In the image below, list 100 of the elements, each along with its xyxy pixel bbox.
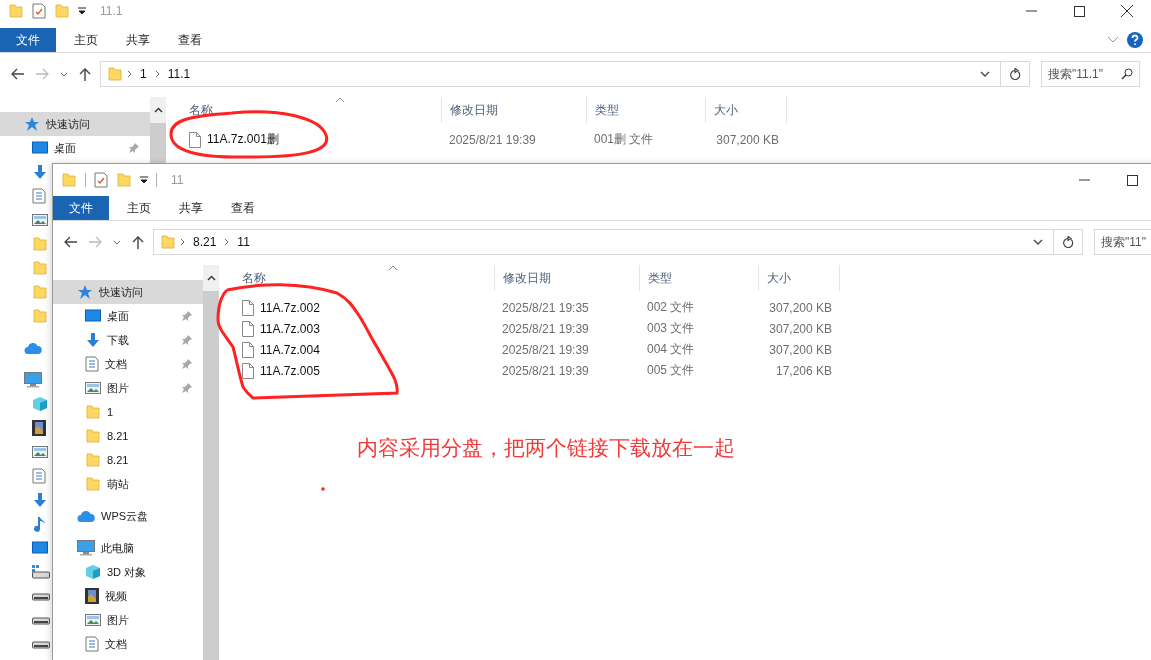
folder-icon bbox=[8, 3, 24, 19]
pin-icon bbox=[181, 334, 193, 346]
file-name[interactable]: 11A.7z.001删 bbox=[207, 131, 279, 148]
folder-icon bbox=[85, 428, 101, 444]
breadcrumb[interactable]: 11.1 bbox=[163, 67, 195, 81]
column-header[interactable]: 修改日期 bbox=[494, 265, 639, 291]
column-header[interactable]: 修改日期 bbox=[441, 97, 586, 123]
sidebar-item[interactable]: 此电脑 bbox=[53, 536, 203, 560]
sidebar-item[interactable]: 3D 对象 bbox=[53, 560, 203, 584]
file-name[interactable]: 11A.7z.004 bbox=[260, 342, 320, 357]
address-bar[interactable]: 1 11.1 bbox=[100, 61, 1030, 87]
sidebar-item[interactable]: 图片 bbox=[53, 608, 203, 632]
sidebar-item[interactable]: 8.21 bbox=[53, 424, 203, 448]
document-icon bbox=[85, 636, 99, 652]
column-header[interactable]: 大小 bbox=[705, 97, 787, 123]
pin-icon bbox=[181, 310, 193, 322]
file-size: 17,206 KB bbox=[775, 363, 832, 378]
address-bar[interactable]: 8.21 11 bbox=[153, 229, 1083, 255]
file-size: 307,200 KB bbox=[769, 300, 832, 315]
column-header[interactable]: 大小 bbox=[758, 265, 840, 291]
dropdown-icon[interactable] bbox=[78, 7, 86, 15]
column-header[interactable]: 类型 bbox=[639, 265, 758, 291]
breadcrumb[interactable]: 8.21 bbox=[189, 235, 221, 249]
sidebar-item[interactable]: 文档 bbox=[53, 632, 203, 656]
sidebar-item[interactable]: 文档 bbox=[53, 352, 203, 376]
arrow-right-icon bbox=[35, 68, 49, 80]
sidebar-item[interactable]: 快速访问 bbox=[0, 112, 150, 136]
close-icon bbox=[1121, 5, 1133, 17]
sidebar-item[interactable]: 视频 bbox=[53, 584, 203, 608]
arrow-up-icon bbox=[79, 67, 91, 81]
search-field[interactable]: 搜索"11" bbox=[1094, 229, 1151, 255]
download-icon bbox=[32, 492, 48, 508]
sidebar-item[interactable]: WPS云盘 bbox=[53, 504, 203, 528]
picture-icon bbox=[85, 613, 101, 627]
file-icon bbox=[242, 320, 254, 337]
annotation-dot bbox=[321, 487, 325, 491]
ribbon-tab[interactable]: 查看 bbox=[164, 28, 216, 52]
desktop-icon bbox=[32, 141, 48, 155]
folder-icon bbox=[116, 172, 132, 188]
modified-date: 2025/8/21 19:39 bbox=[502, 321, 589, 336]
ribbon-tab[interactable]: 主页 bbox=[60, 28, 112, 52]
sidebar-item[interactable]: 萌站 bbox=[53, 472, 203, 496]
file-menu-button[interactable]: 文件 bbox=[0, 28, 56, 52]
annotation-text: 内容采用分盘，把两个链接下载放在一起 bbox=[357, 435, 735, 461]
chevron-right-icon bbox=[180, 238, 185, 246]
modified-date: 2025/8/21 19:39 bbox=[449, 132, 536, 147]
file-type: 002 文件 bbox=[647, 299, 695, 316]
document-icon bbox=[32, 188, 46, 204]
sidebar-item[interactable]: 8.21 bbox=[53, 448, 203, 472]
sidebar-item[interactable]: 桌面 bbox=[53, 304, 203, 328]
chevron-right-icon bbox=[224, 238, 230, 246]
file-name[interactable]: 11A.7z.005 bbox=[260, 363, 320, 378]
document-icon bbox=[85, 356, 99, 372]
search-icon bbox=[1121, 68, 1133, 80]
ribbon-tab[interactable]: 查看 bbox=[217, 196, 269, 220]
breadcrumb[interactable]: 11 bbox=[233, 235, 254, 249]
ribbon-tab[interactable]: 主页 bbox=[113, 196, 165, 220]
ribbon-tab[interactable]: 共享 bbox=[112, 28, 164, 52]
picture-icon bbox=[32, 445, 48, 459]
film-icon bbox=[85, 588, 99, 604]
maximize-icon bbox=[1073, 5, 1085, 17]
help-icon[interactable] bbox=[1127, 32, 1143, 48]
properties-icon[interactable] bbox=[94, 172, 108, 188]
cloud-icon bbox=[24, 341, 42, 355]
desktop-icon bbox=[32, 541, 48, 555]
scroll-up-icon[interactable] bbox=[206, 275, 216, 281]
chevron-down-icon[interactable] bbox=[980, 71, 990, 77]
file-menu-button[interactable]: 文件 bbox=[53, 196, 109, 220]
desktop-icon bbox=[85, 309, 101, 323]
pin-icon bbox=[181, 382, 193, 394]
sidebar-item[interactable]: 图片 bbox=[53, 376, 203, 400]
breadcrumb[interactable]: 1 bbox=[136, 67, 151, 81]
file-icon bbox=[242, 341, 254, 358]
sidebar-item[interactable]: 快速访问 bbox=[53, 280, 203, 304]
drive-icon bbox=[32, 591, 50, 601]
folder-icon bbox=[54, 3, 70, 19]
dropdown-icon[interactable] bbox=[140, 176, 148, 184]
sort-caret-icon bbox=[335, 97, 345, 103]
file-name[interactable]: 11A.7z.003 bbox=[260, 321, 320, 336]
minimize-icon bbox=[1078, 179, 1090, 181]
ribbon-tab[interactable]: 共享 bbox=[165, 196, 217, 220]
file-icon bbox=[242, 362, 254, 379]
column-header[interactable]: 类型 bbox=[586, 97, 705, 123]
folder-icon bbox=[32, 308, 48, 324]
drive-icon bbox=[32, 615, 50, 625]
sidebar-item[interactable]: 下载 bbox=[53, 328, 203, 352]
scroll-up-icon[interactable] bbox=[153, 107, 163, 113]
file-name[interactable]: 11A.7z.002 bbox=[260, 300, 320, 315]
search-field[interactable]: 搜索"11.1" bbox=[1041, 61, 1140, 87]
file-size: 307,200 KB bbox=[769, 342, 832, 357]
computer-icon bbox=[24, 372, 42, 388]
refresh-icon bbox=[1062, 235, 1074, 249]
document-icon bbox=[32, 468, 46, 484]
column-header[interactable]: 名称 bbox=[242, 265, 494, 291]
sidebar-item[interactable]: 1 bbox=[53, 400, 203, 424]
properties-icon[interactable] bbox=[32, 3, 46, 19]
file-type: 003 文件 bbox=[647, 320, 695, 337]
chevron-down-icon[interactable] bbox=[1033, 239, 1043, 245]
file-icon bbox=[189, 131, 201, 148]
sidebar-item[interactable]: 桌面 bbox=[0, 136, 150, 160]
